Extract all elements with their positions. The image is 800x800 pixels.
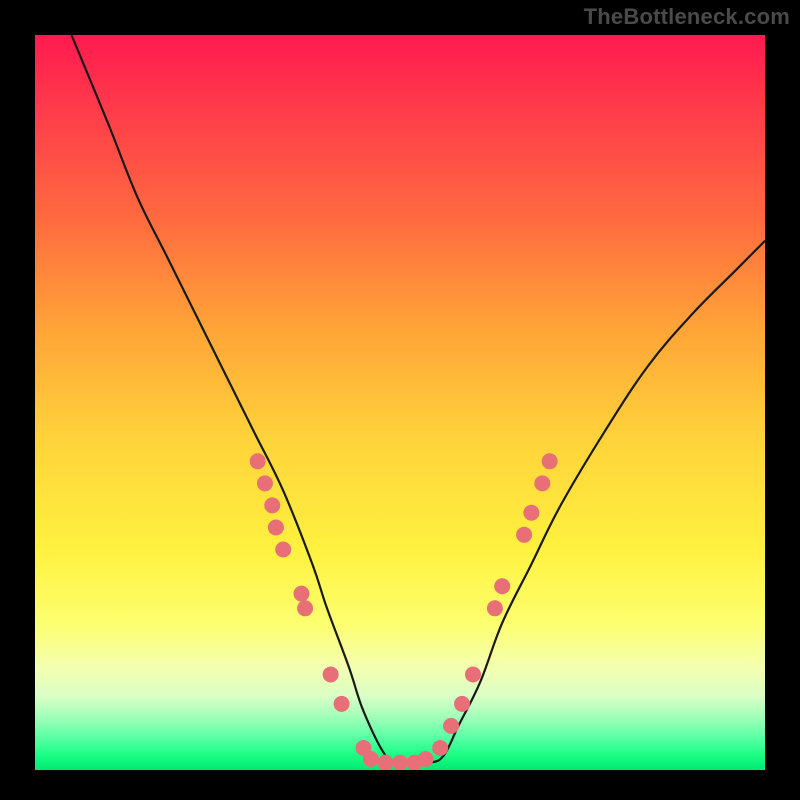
data-marker — [323, 666, 339, 682]
data-marker — [432, 740, 448, 756]
data-marker — [297, 600, 313, 616]
watermark-text: TheBottleneck.com — [584, 4, 790, 30]
data-marker — [418, 751, 434, 767]
data-marker — [250, 453, 266, 469]
data-marker — [516, 527, 532, 543]
data-marker — [377, 755, 393, 770]
data-marker — [454, 696, 470, 712]
chart-frame: TheBottleneck.com — [0, 0, 800, 800]
data-marker — [487, 600, 503, 616]
chart-svg — [35, 35, 765, 770]
data-marker — [542, 453, 558, 469]
marker-group — [250, 453, 558, 770]
data-marker — [268, 519, 284, 535]
data-marker — [363, 751, 379, 767]
data-marker — [392, 755, 408, 770]
data-marker — [264, 497, 280, 513]
data-marker — [334, 696, 350, 712]
plot-area — [35, 35, 765, 770]
data-marker — [257, 475, 273, 491]
data-marker — [465, 666, 481, 682]
data-marker — [275, 542, 291, 558]
data-marker — [534, 475, 550, 491]
data-marker — [494, 578, 510, 594]
data-marker — [443, 718, 459, 734]
bottleneck-curve — [72, 35, 766, 764]
data-marker — [523, 505, 539, 521]
data-marker — [293, 586, 309, 602]
